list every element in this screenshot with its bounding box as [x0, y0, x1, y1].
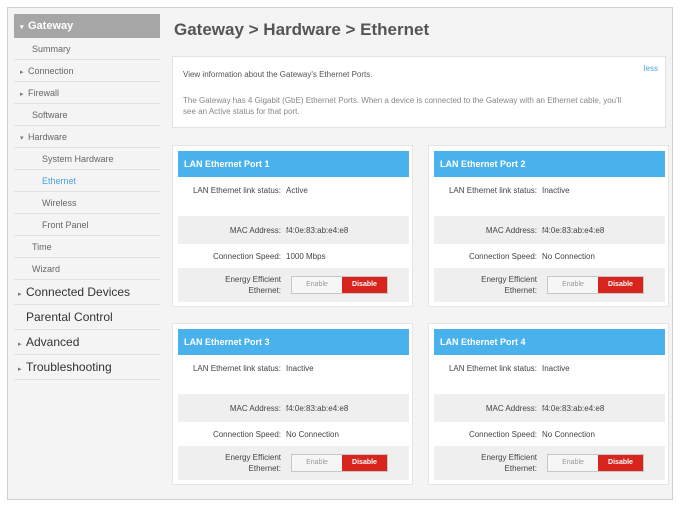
chevron-down-icon: ▾	[20, 135, 24, 142]
chevron-right-icon: ▸	[20, 69, 24, 76]
sidebar-item-summary[interactable]: Summary	[14, 38, 160, 60]
disable-button[interactable]: Disable	[598, 455, 643, 471]
eee-toggle: Enable Disable	[547, 454, 644, 472]
card-title: LAN Ethernet Port 1	[178, 151, 409, 177]
link-status-value: Active	[286, 186, 308, 195]
speed-value: 1000 Mbps	[286, 252, 326, 261]
chevron-down-icon: ▾	[20, 24, 24, 31]
sidebar-item-label: Connected Devices	[26, 285, 131, 299]
eee-label: Energy Efficient Ethernet:	[481, 275, 537, 295]
sidebar: ▾ Gateway Summary ▸ Connection ▸ Firewall S…	[14, 14, 160, 380]
page-title: Gateway > Hardware > Ethernet	[174, 20, 430, 39]
speed-label: Connection Speed:	[212, 252, 281, 261]
link-status-label: LAN Ethernet link status:	[192, 364, 281, 373]
speed-value: No Connection	[542, 252, 595, 261]
speed-value: No Connection	[286, 430, 339, 439]
sidebar-item-label: System Hardware	[42, 154, 114, 164]
sidebar-item-label: Advanced	[26, 335, 80, 349]
sidebar-item-label: Summary	[32, 44, 71, 54]
disable-button[interactable]: Disable	[342, 277, 387, 293]
sidebar-item-label: Ethernet	[42, 176, 77, 186]
sidebar-item-label: Firewall	[28, 88, 60, 98]
link-status-label: LAN Ethernet link status:	[448, 364, 537, 373]
info-panel: View information about the Gateway's Eth…	[172, 56, 666, 128]
port-card-2: LAN Ethernet Port 2 LAN Ethernet link st…	[428, 145, 669, 307]
disable-button[interactable]: Disable	[598, 277, 643, 293]
port-card-3: LAN Ethernet Port 3 LAN Ethernet link st…	[172, 323, 413, 485]
sidebar-item-ethernet[interactable]: Ethernet	[14, 170, 160, 192]
info-description: The Gateway has 4 Gigabit (GbE) Ethernet…	[183, 96, 622, 116]
chevron-right-icon: ▸	[18, 291, 22, 298]
disable-button[interactable]: Disable	[342, 455, 387, 471]
enable-button[interactable]: Enable	[548, 277, 598, 293]
link-status-label: LAN Ethernet link status:	[192, 186, 281, 195]
sidebar-item-gateway[interactable]: ▾ Gateway	[14, 14, 160, 38]
card-title: LAN Ethernet Port 3	[178, 329, 409, 355]
mac-label: MAC Address:	[229, 404, 281, 413]
sidebar-item-troubleshooting[interactable]: ▸ Troubleshooting	[14, 355, 160, 380]
sidebar-item-software[interactable]: Software	[14, 104, 160, 126]
sidebar-item-parental-control[interactable]: Parental Control	[14, 305, 160, 330]
sidebar-item-advanced[interactable]: ▸ Advanced	[14, 330, 160, 355]
link-status-value: Inactive	[542, 186, 570, 195]
sidebar-item-wizard[interactable]: Wizard	[14, 258, 160, 280]
mac-value: f4:0e:83:ab:e4:e8	[542, 404, 605, 413]
sidebar-item-connected-devices[interactable]: ▸ Connected Devices	[14, 280, 160, 305]
card-title: LAN Ethernet Port 4	[434, 329, 665, 355]
sidebar-item-label: Front Panel	[42, 220, 89, 230]
sidebar-item-label: Hardware	[28, 132, 68, 142]
sidebar-item-label: Troubleshooting	[26, 360, 112, 374]
speed-value: No Connection	[542, 430, 595, 439]
less-link[interactable]: less	[644, 64, 658, 73]
speed-label: Connection Speed:	[468, 430, 537, 439]
eee-label: Energy Efficient Ethernet:	[481, 453, 537, 473]
eee-toggle: Enable Disable	[547, 276, 644, 294]
eee-label: Energy Efficient Ethernet:	[225, 453, 281, 473]
sidebar-item-label: Parental Control	[26, 310, 113, 324]
link-status-value: Inactive	[286, 364, 314, 373]
chevron-right-icon: ▸	[18, 366, 22, 373]
enable-button[interactable]: Enable	[292, 277, 342, 293]
sidebar-item-firewall[interactable]: ▸ Firewall	[14, 82, 160, 104]
link-status-value: Inactive	[542, 364, 570, 373]
port-card-4: LAN Ethernet Port 4 LAN Ethernet link st…	[428, 323, 669, 485]
mac-label: MAC Address:	[229, 226, 281, 235]
info-heading: View information about the Gateway's Eth…	[183, 70, 373, 79]
mac-value: f4:0e:83:ab:e4:e8	[286, 226, 349, 235]
mac-value: f4:0e:83:ab:e4:e8	[542, 226, 605, 235]
mac-label: MAC Address:	[485, 226, 537, 235]
sidebar-item-connection[interactable]: ▸ Connection	[14, 60, 160, 82]
sidebar-item-system-hardware[interactable]: System Hardware	[14, 148, 160, 170]
sidebar-item-wireless[interactable]: Wireless	[14, 192, 160, 214]
eee-toggle: Enable Disable	[291, 454, 388, 472]
sidebar-item-label: Time	[32, 242, 52, 252]
chevron-right-icon: ▸	[20, 91, 24, 98]
sidebar-item-time[interactable]: Time	[14, 236, 160, 258]
chevron-right-icon: ▸	[18, 341, 22, 348]
card-title: LAN Ethernet Port 2	[434, 151, 665, 177]
sidebar-item-label: Software	[32, 110, 68, 120]
mac-value: f4:0e:83:ab:e4:e8	[286, 404, 349, 413]
sidebar-item-label: Wireless	[42, 198, 77, 208]
speed-label: Connection Speed:	[468, 252, 537, 261]
port-card-1: LAN Ethernet Port 1 LAN Ethernet link st…	[172, 145, 413, 307]
enable-button[interactable]: Enable	[292, 455, 342, 471]
enable-button[interactable]: Enable	[548, 455, 598, 471]
mac-label: MAC Address:	[485, 404, 537, 413]
speed-label: Connection Speed:	[212, 430, 281, 439]
sidebar-item-front-panel[interactable]: Front Panel	[14, 214, 160, 236]
eee-label: Energy Efficient Ethernet:	[225, 275, 281, 295]
sidebar-item-label: Gateway	[28, 20, 74, 32]
sidebar-item-hardware[interactable]: ▾ Hardware	[14, 126, 160, 148]
link-status-label: LAN Ethernet link status:	[448, 186, 537, 195]
eee-toggle: Enable Disable	[291, 276, 388, 294]
sidebar-item-label: Connection	[28, 66, 74, 76]
sidebar-item-label: Wizard	[32, 264, 61, 274]
